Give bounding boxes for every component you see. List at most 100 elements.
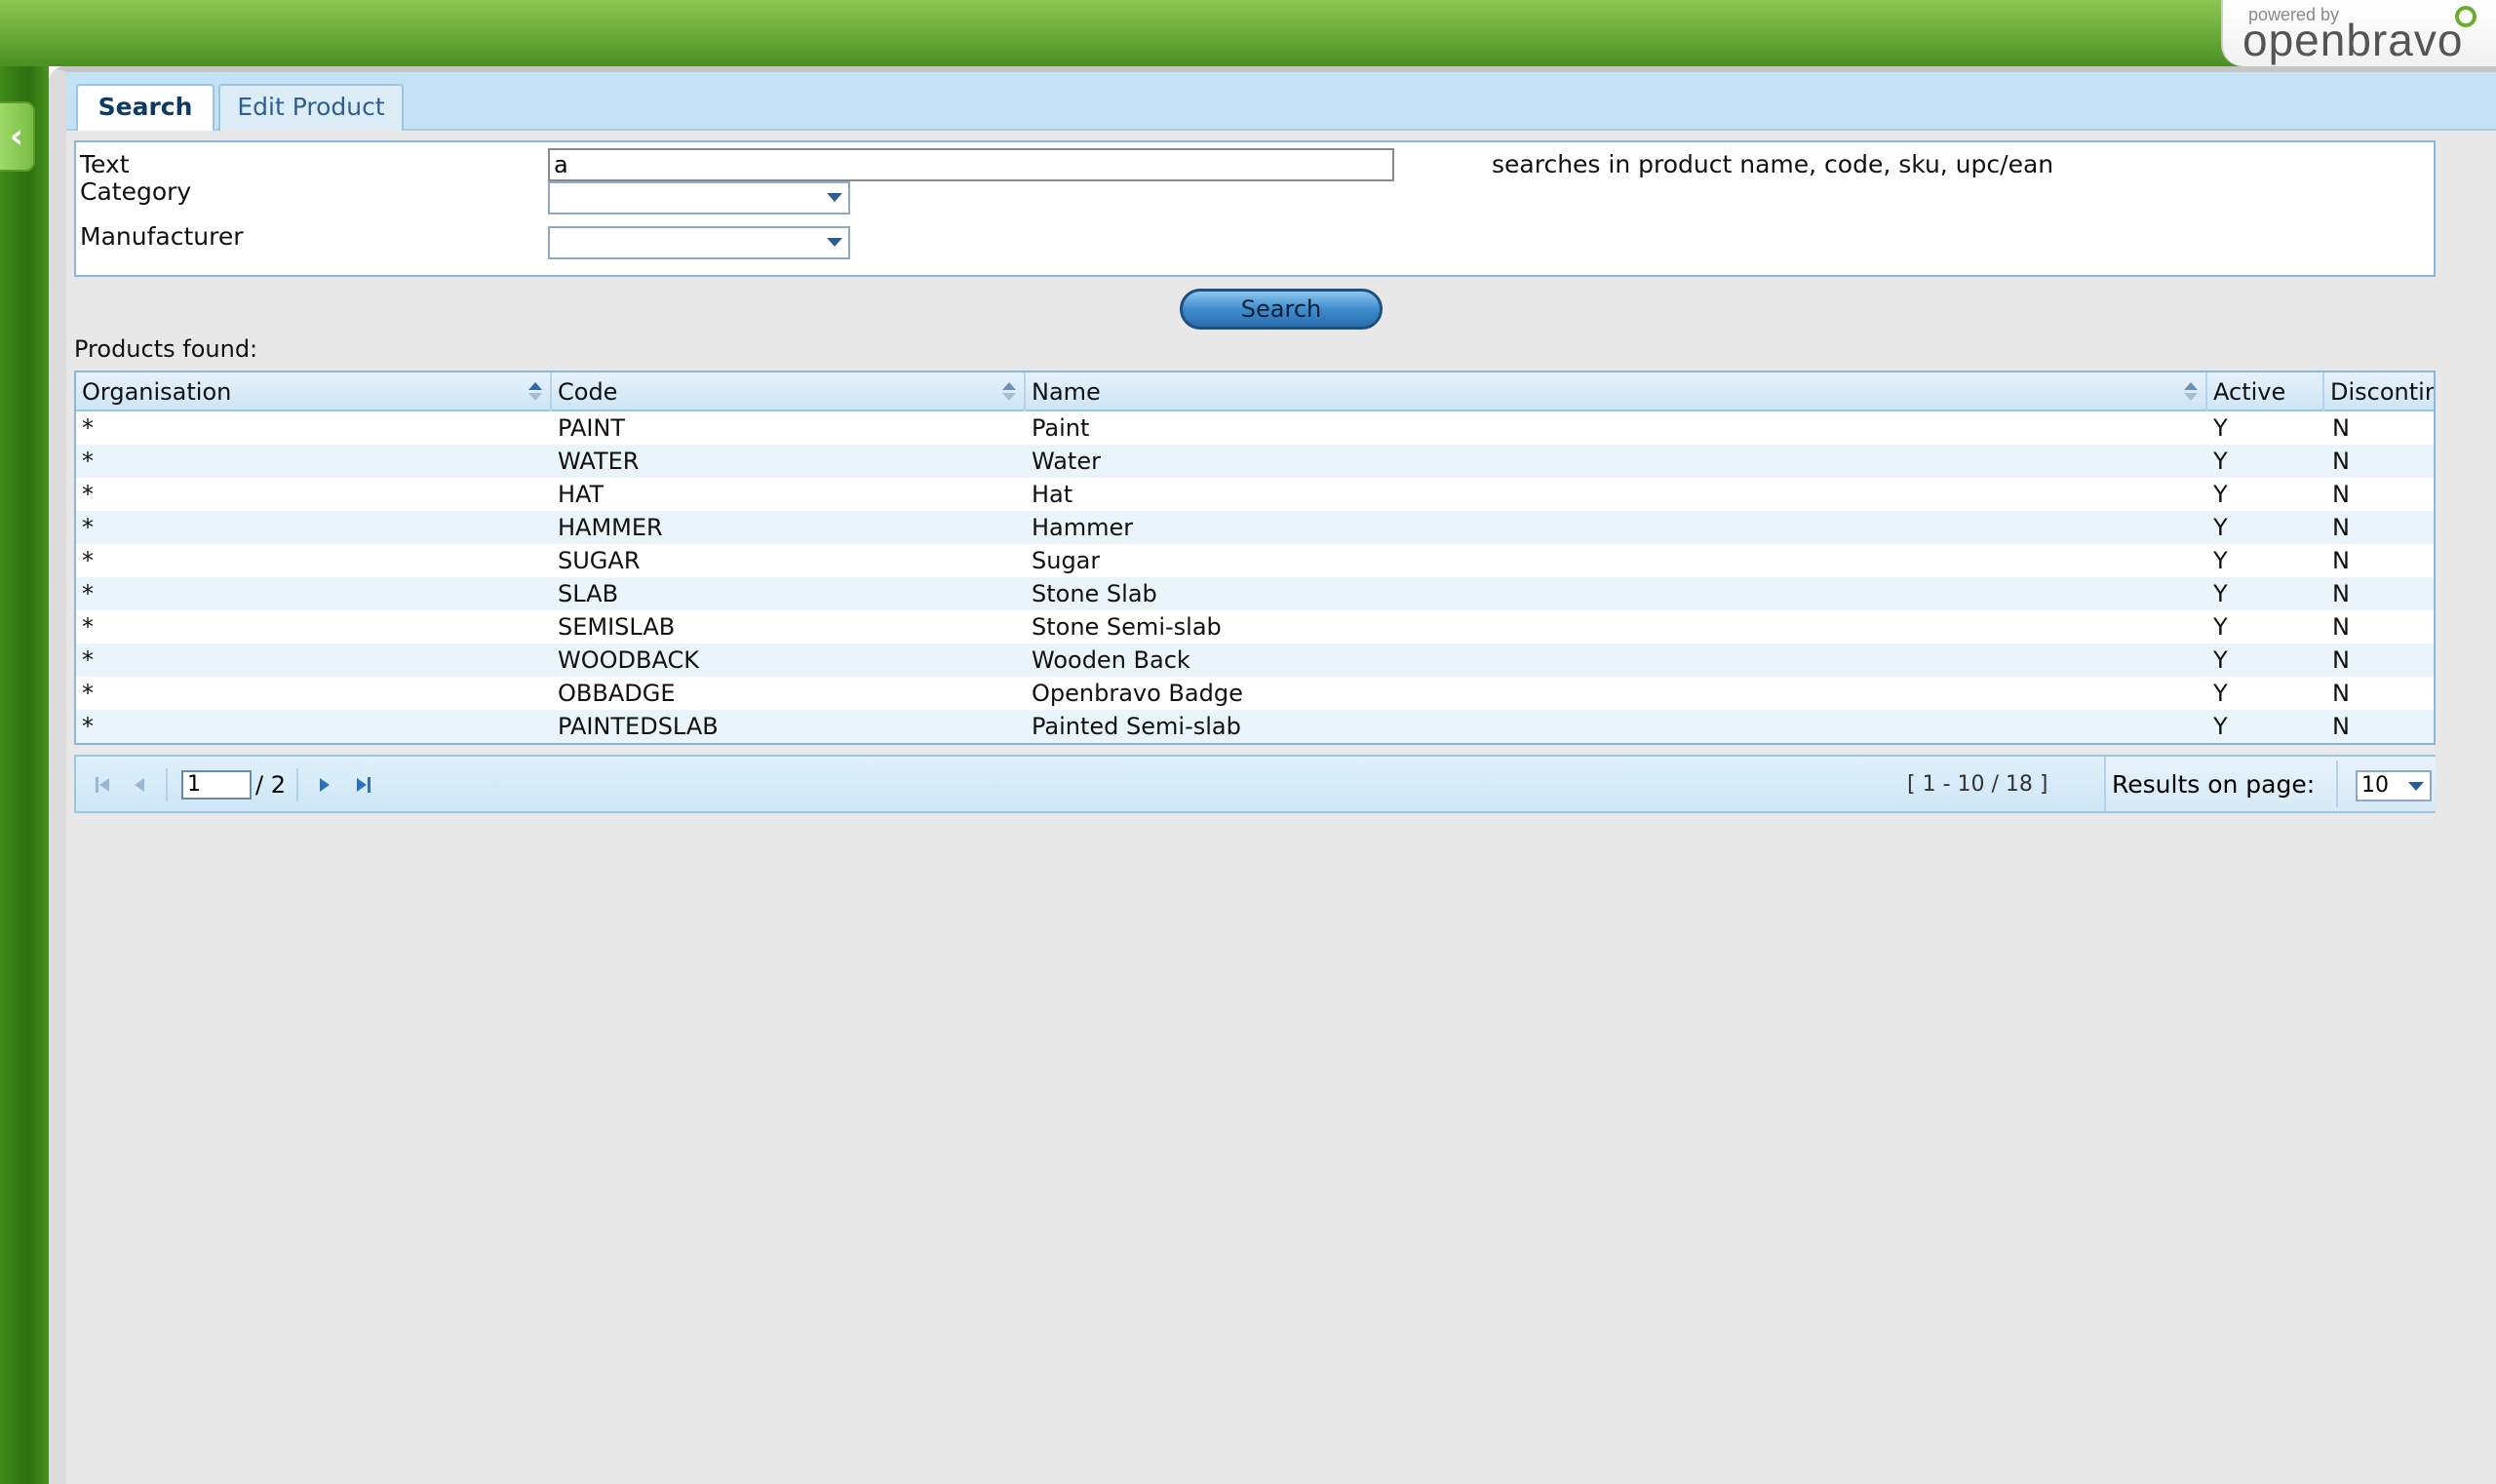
- cell-active: Y: [2213, 448, 2228, 475]
- table-row[interactable]: * OBBADGE Openbravo Badge Y N: [76, 677, 2434, 710]
- top-bar: powered by openbravo: [0, 0, 2496, 66]
- cell-organisation: *: [82, 514, 94, 541]
- table-row[interactable]: * HAT Hat Y N: [76, 478, 2434, 511]
- cell-active: Y: [2213, 613, 2228, 641]
- manufacturer-select[interactable]: [548, 226, 850, 259]
- cell-name: Hammer: [1032, 514, 1134, 541]
- previous-page-icon[interactable]: [129, 774, 150, 796]
- result-range: [ 1 - 10 / 18 ]: [1907, 772, 2048, 797]
- tab-search[interactable]: Search: [76, 84, 214, 131]
- cell-discontinued: N: [2332, 613, 2350, 641]
- cell-code: SUGAR: [558, 547, 641, 574]
- cell-code: OBBADGE: [558, 680, 676, 707]
- table-row[interactable]: * SUGAR Sugar Y N: [76, 544, 2434, 577]
- pagination-bar: 1 / 2 [ 1 - 10 / 18 ] Results on page: 1…: [74, 755, 2436, 813]
- cell-active: Y: [2213, 514, 2228, 541]
- chevron-down-icon: [2408, 782, 2424, 791]
- column-header-discontinued[interactable]: Discontin: [2324, 372, 2436, 411]
- cell-code: SLAB: [558, 580, 619, 607]
- brand-name: openbravo: [2242, 15, 2464, 65]
- cell-discontinued: N: [2332, 514, 2350, 541]
- cell-discontinued: N: [2332, 547, 2350, 574]
- table-row[interactable]: * WATER Water Y N: [76, 445, 2434, 478]
- cell-code: HAMMER: [558, 514, 663, 541]
- tab-edit-product[interactable]: Edit Product: [218, 84, 404, 131]
- cell-discontinued: N: [2332, 646, 2350, 674]
- next-page-icon[interactable]: [314, 774, 335, 796]
- table-row[interactable]: * WOODBACK Wooden Back Y N: [76, 644, 2434, 677]
- column-header-active[interactable]: Active: [2207, 372, 2324, 411]
- cell-name: Hat: [1032, 481, 1073, 508]
- search-button[interactable]: Search: [1180, 289, 1383, 330]
- cell-active: Y: [2213, 646, 2228, 674]
- main-panel: Search Edit Product Text a searches in p…: [49, 66, 2496, 1484]
- cell-code: WOODBACK: [558, 646, 699, 674]
- cell-active: Y: [2213, 680, 2228, 707]
- search-form: Text a searches in product name, code, s…: [74, 140, 2436, 277]
- results-on-page-label: Results on page:: [2112, 770, 2316, 799]
- cell-active: Y: [2213, 713, 2228, 740]
- products-table: Organisation Code Name Active Discontin …: [74, 371, 2436, 745]
- pager-divider: [2336, 761, 2338, 807]
- cell-discontinued: N: [2332, 680, 2350, 707]
- cell-organisation: *: [82, 547, 94, 574]
- cell-organisation: *: [82, 646, 94, 674]
- cell-name: Stone Slab: [1032, 580, 1157, 607]
- table-body: * PAINT Paint Y N * WATER Water Y N * HAT Hat Y N * HAMM…: [76, 411, 2434, 743]
- column-header-label: Active: [2213, 378, 2286, 406]
- cell-organisation: *: [82, 613, 94, 641]
- cell-active: Y: [2213, 547, 2228, 574]
- column-header-code[interactable]: Code: [552, 372, 1026, 411]
- cell-discontinued: N: [2332, 448, 2350, 475]
- cell-organisation: *: [82, 680, 94, 707]
- total-pages: / 2: [255, 771, 286, 799]
- cell-active: Y: [2213, 414, 2228, 442]
- search-hint: searches in product name, code, sku, upc…: [1492, 150, 2054, 178]
- cell-name: Stone Semi-slab: [1032, 613, 1222, 641]
- results-per-page-value: 10: [2361, 773, 2389, 798]
- pager-divider: [296, 768, 298, 801]
- manufacturer-label: Manufacturer: [80, 222, 244, 251]
- sort-icon: [528, 382, 542, 402]
- results-per-page-panel: Results on page: 10: [2104, 757, 2436, 811]
- text-search-input[interactable]: a: [548, 148, 1394, 181]
- openbravo-logo: powered by openbravo: [2221, 0, 2496, 66]
- last-page-icon[interactable]: [353, 774, 374, 796]
- column-header-label: Discontin: [2330, 378, 2436, 406]
- page-number-input[interactable]: 1: [181, 770, 252, 800]
- table-row[interactable]: * SLAB Stone Slab Y N: [76, 577, 2434, 610]
- cell-discontinued: N: [2332, 481, 2350, 508]
- cell-code: WATER: [558, 448, 640, 475]
- column-header-label: Organisation: [82, 378, 232, 406]
- first-page-icon[interactable]: [92, 774, 113, 796]
- category-select[interactable]: [548, 181, 850, 215]
- cell-name: Water: [1032, 448, 1101, 475]
- table-row[interactable]: * HAMMER Hammer Y N: [76, 511, 2434, 544]
- table-row[interactable]: * PAINT Paint Y N: [76, 411, 2434, 445]
- chevron-down-icon: [827, 238, 842, 247]
- column-header-label: Name: [1032, 378, 1101, 406]
- cell-organisation: *: [82, 580, 94, 607]
- logo-mark-icon: [2455, 6, 2476, 27]
- collapse-sidebar-button[interactable]: ‹: [0, 101, 35, 172]
- cell-discontinued: N: [2332, 580, 2350, 607]
- column-header-name[interactable]: Name: [1026, 372, 2207, 411]
- pager-divider: [166, 768, 168, 801]
- sort-icon: [2184, 382, 2198, 402]
- cell-discontinued: N: [2332, 713, 2350, 740]
- cell-organisation: *: [82, 448, 94, 475]
- cell-active: Y: [2213, 580, 2228, 607]
- text-label: Text: [80, 150, 130, 178]
- column-header-organisation[interactable]: Organisation: [76, 372, 552, 411]
- chevron-down-icon: [827, 193, 842, 202]
- cell-organisation: *: [82, 481, 94, 508]
- cell-organisation: *: [82, 414, 94, 442]
- table-row[interactable]: * SEMISLAB Stone Semi-slab Y N: [76, 610, 2434, 644]
- cell-code: PAINTEDSLAB: [558, 713, 719, 740]
- table-row[interactable]: * PAINTEDSLAB Painted Semi-slab Y N: [76, 710, 2434, 743]
- cell-code: PAINT: [558, 414, 626, 442]
- cell-name: Openbravo Badge: [1032, 680, 1243, 707]
- cell-code: HAT: [558, 481, 604, 508]
- cell-name: Painted Semi-slab: [1032, 713, 1241, 740]
- results-per-page-select[interactable]: 10: [2356, 770, 2432, 801]
